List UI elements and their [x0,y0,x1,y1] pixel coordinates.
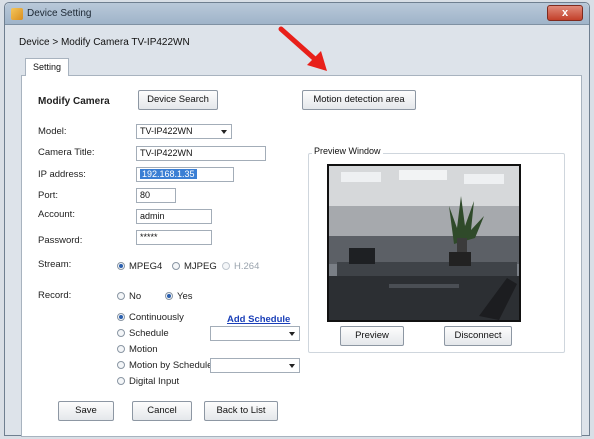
model-select[interactable]: TV-IP422WN [136,124,232,139]
section-heading: Modify Camera [38,96,110,107]
stream-mpeg4-label: MPEG4 [129,261,163,272]
stream-mjpeg-label: MJPEG [184,261,217,272]
mode-motion-by-schedule-radio[interactable] [117,361,125,369]
office-scene-image [329,166,519,320]
breadcrumb: Device > Modify Camera TV-IP422WN [19,37,190,48]
mode-schedule-radio[interactable] [117,329,125,337]
arrow-icon [278,26,327,71]
disconnect-button[interactable]: Disconnect [444,326,512,346]
close-button[interactable]: x [547,5,583,21]
device-search-button[interactable]: Device Search [138,90,218,110]
camera-title-input[interactable]: TV-IP422WN [136,146,266,161]
stream-label: Stream: [38,259,72,270]
password-input[interactable]: ***** [136,230,212,245]
title-bar[interactable]: Device Setting x [5,3,589,25]
preview-window-title: Preview Window [312,146,383,156]
port-input[interactable]: 80 [136,188,176,203]
record-yes-radio[interactable] [165,292,173,300]
account-input[interactable]: admin [136,209,212,224]
mode-motion-radio[interactable] [117,345,125,353]
tab-setting[interactable]: Setting [25,58,69,76]
mode-digital-input-label: Digital Input [129,376,180,387]
chevron-down-icon [221,130,227,134]
motion-schedule-select[interactable] [210,358,300,373]
account-label: Account: [38,209,75,220]
app-icon [11,8,23,20]
record-no-radio[interactable] [117,292,125,300]
window-title: Device Setting [27,8,92,19]
ip-address-label: IP address: [38,169,86,180]
model-value: TV-IP422WN [140,126,193,136]
mode-continuously-label: Continuously [129,312,184,323]
chevron-down-icon [289,332,295,336]
chevron-down-icon [289,364,295,368]
port-label: Port: [38,190,59,201]
stream-mjpeg-radio[interactable] [172,262,180,270]
back-to-list-button[interactable]: Back to List [204,401,278,421]
model-label: Model: [38,126,67,137]
cancel-button[interactable]: Cancel [132,401,192,421]
mode-continuously-radio[interactable] [117,313,125,321]
mode-digital-input-radio[interactable] [117,377,125,385]
mode-motion-label: Motion [129,344,158,355]
ip-address-input[interactable]: 192.168.1.35 [136,167,234,182]
record-no-label: No [129,291,142,302]
stream-mpeg4-radio[interactable] [117,262,125,270]
ip-address-value: 192.168.1.35 [140,169,197,179]
record-yes-label: Yes [177,291,193,302]
settings-panel: Modify Camera Device Search Motion detec… [21,75,582,437]
device-setting-window: Device Setting x Device > Modify Camera … [4,2,590,437]
motion-detection-area-button[interactable]: Motion detection area [302,90,416,110]
add-schedule-link[interactable]: Add Schedule [227,314,290,325]
stream-h264-label: H.264 [234,261,260,272]
stream-h264-radio [222,262,230,270]
save-button[interactable]: Save [58,401,114,421]
camera-title-label: Camera Title: [38,147,95,158]
mode-schedule-label: Schedule [129,328,169,339]
schedule-select[interactable] [210,326,300,341]
record-label: Record: [38,290,72,301]
mode-motion-by-schedule-label: Motion by Schedule [129,360,213,371]
password-label: Password: [38,235,83,246]
preview-button[interactable]: Preview [340,326,404,346]
camera-preview-image [327,164,521,322]
